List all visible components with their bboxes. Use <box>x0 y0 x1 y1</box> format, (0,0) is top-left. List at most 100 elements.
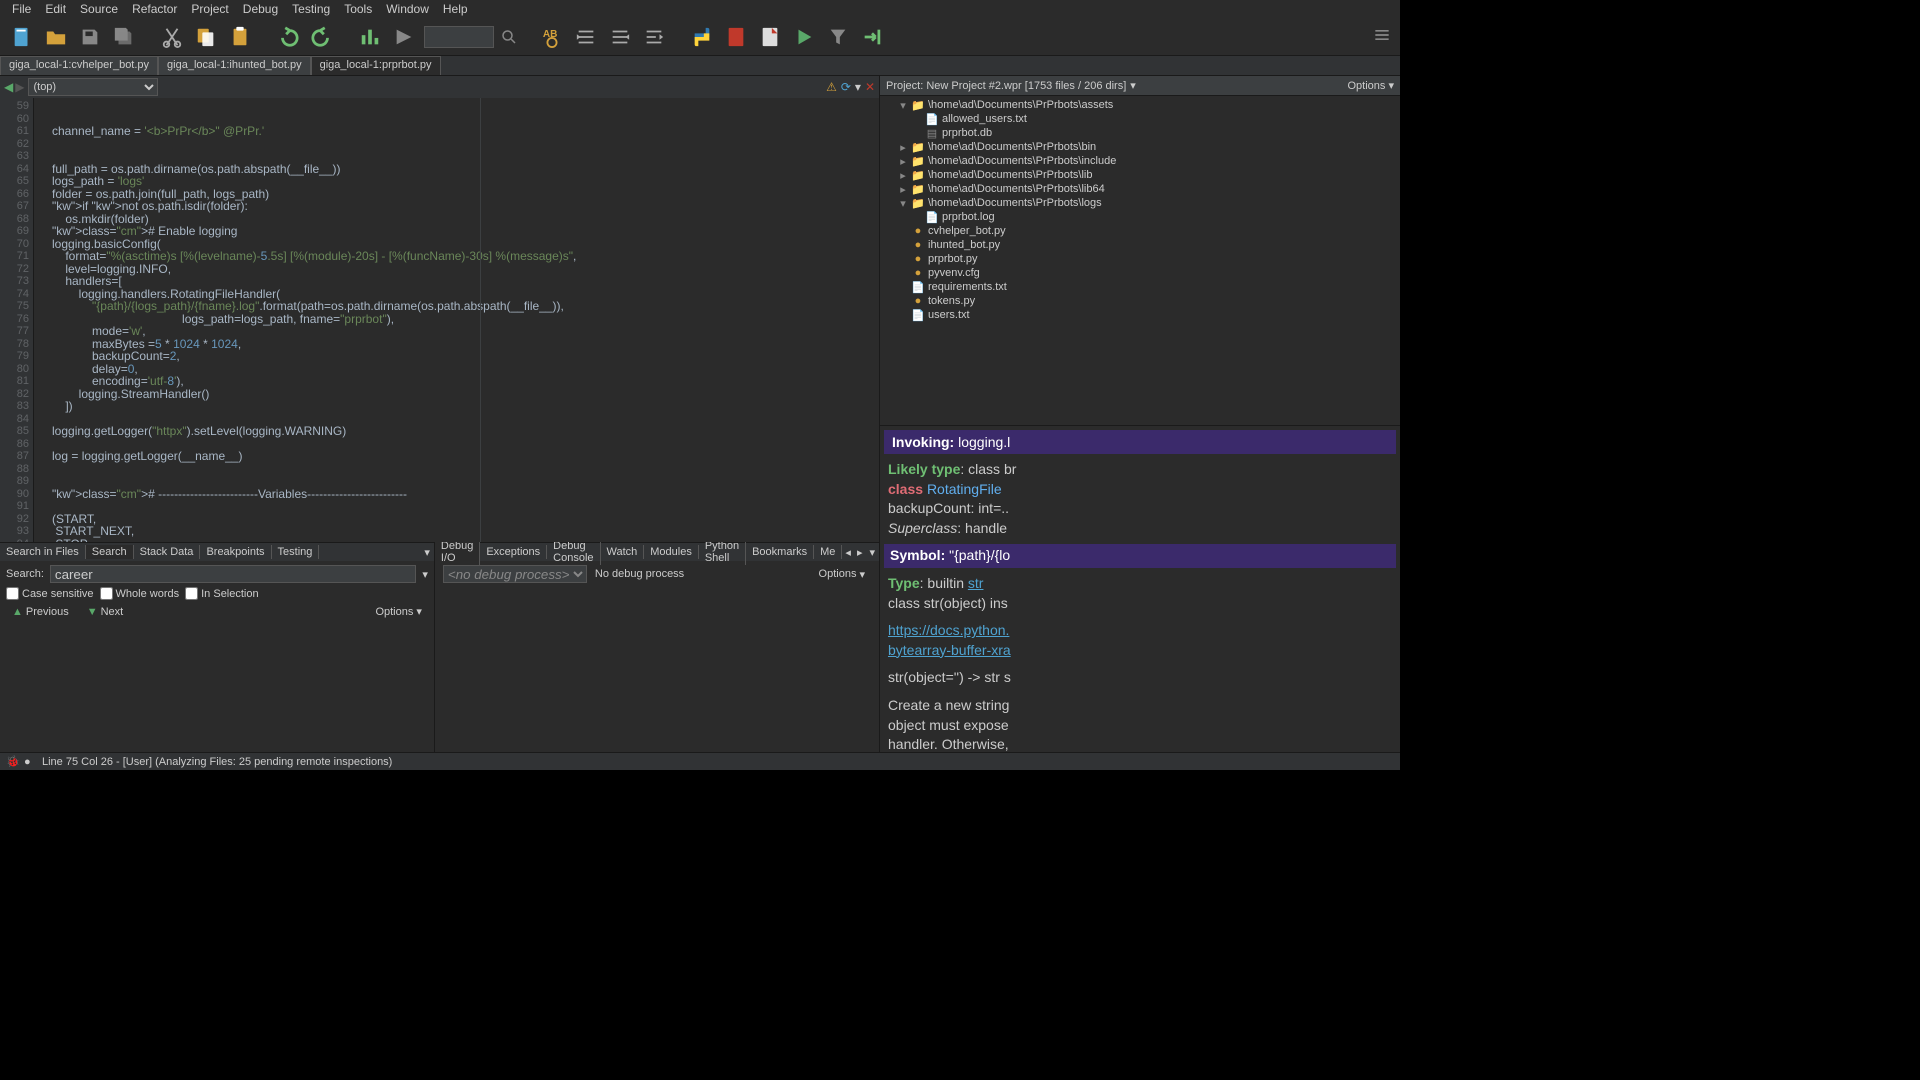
scope-select[interactable]: (top) <box>28 78 158 96</box>
search-icon[interactable] <box>500 23 518 51</box>
doc-link-2[interactable]: bytearray-buffer-xra <box>888 642 1011 658</box>
fold-column[interactable] <box>34 98 48 542</box>
tree-row[interactable]: ▸📁\home\ad\Documents\PrPrbots\include <box>884 154 1396 168</box>
menu-refactor[interactable]: Refactor <box>126 2 183 16</box>
code-editor[interactable]: 59 60 61 62 63 64 65 66 67 68 69 70 71 7… <box>0 98 879 542</box>
refresh-icon[interactable]: ⟳ <box>841 80 851 94</box>
nav-fwd-icon[interactable]: ▶ <box>15 80 24 94</box>
tree-twisty-icon[interactable]: ▾ <box>898 197 908 210</box>
menu-debug[interactable]: Debug <box>237 2 284 16</box>
whole-words-checkbox[interactable]: Whole words <box>100 587 180 600</box>
tree-row[interactable]: ▾📁\home\ad\Documents\PrPrbots\assets <box>884 98 1396 112</box>
paste-button[interactable] <box>226 23 254 51</box>
indent-left-icon[interactable] <box>606 23 634 51</box>
tree-twisty-icon[interactable]: ▸ <box>898 141 908 154</box>
debug-process-select[interactable]: <no debug process> <box>443 565 587 583</box>
case-sensitive-checkbox[interactable]: Case sensitive <box>6 587 94 600</box>
tree-row[interactable]: 📄requirements.txt <box>884 280 1396 294</box>
tree-row[interactable]: ●tokens.py <box>884 294 1396 308</box>
warning-icon[interactable]: ⚠ <box>826 80 837 94</box>
copy-button[interactable] <box>192 23 220 51</box>
menu-project[interactable]: Project <box>185 2 234 16</box>
tree-twisty-icon[interactable]: ▸ <box>898 155 908 168</box>
in-selection-checkbox[interactable]: In Selection <box>185 587 258 600</box>
debug-filter-icon[interactable] <box>824 23 852 51</box>
step-icon[interactable] <box>858 23 886 51</box>
tree-row[interactable]: 📄users.txt <box>884 308 1396 322</box>
project-options-button[interactable]: Options ▾ <box>1348 79 1395 92</box>
search-input[interactable] <box>50 565 416 583</box>
editor-tab[interactable]: giga_local-1:ihunted_bot.py <box>158 56 311 75</box>
editor-tab[interactable]: giga_local-1:cvhelper_bot.py <box>0 56 158 75</box>
menu-help[interactable]: Help <box>437 2 474 16</box>
search-tabs-overflow-icon[interactable]: ▾ <box>420 546 434 559</box>
previous-button[interactable]: ▲Previous <box>6 605 75 619</box>
menu-file[interactable]: File <box>6 2 37 16</box>
tree-row[interactable]: ▸📁\home\ad\Documents\PrPrbots\bin <box>884 140 1396 154</box>
open-button[interactable] <box>42 23 70 51</box>
debug-tab-scroll[interactable]: ◂▸ <box>842 546 865 559</box>
align-icon[interactable] <box>640 23 668 51</box>
save-all-button[interactable] <box>110 23 138 51</box>
search-tab-search-in-files[interactable]: Search in Files <box>0 545 86 559</box>
tree-twisty-icon[interactable]: ▸ <box>898 169 908 182</box>
hamburger-icon[interactable] <box>1372 25 1392 48</box>
next-button[interactable]: ▼Next <box>81 605 130 619</box>
search-options-button[interactable]: Options ▾ <box>369 604 427 619</box>
tree-row[interactable]: ●prprbot.py <box>884 252 1396 266</box>
menu-window[interactable]: Window <box>380 2 435 16</box>
cut-button[interactable] <box>158 23 186 51</box>
status-bar: 🐞 ● Line 75 Col 26 - [User] (Analyzing F… <box>0 752 1400 770</box>
save-button[interactable] <box>76 23 104 51</box>
code-content[interactable]: channel_name = '<b>PrPr</b>" @PrPr.' ful… <box>48 98 879 542</box>
debug-tab-modules[interactable]: Modules <box>644 545 699 559</box>
search-tab-testing[interactable]: Testing <box>272 545 320 559</box>
close-editor-icon[interactable]: ✕ <box>865 80 875 94</box>
debug-tabs-overflow-icon[interactable]: ▾ <box>865 546 879 559</box>
tree-row[interactable]: ▤prprbot.db <box>884 126 1396 140</box>
project-dropdown-icon[interactable]: ▾ <box>1130 79 1136 92</box>
tree-row[interactable]: ●cvhelper_bot.py <box>884 224 1396 238</box>
search-tab-stack-data[interactable]: Stack Data <box>134 545 201 559</box>
python-icon[interactable] <box>688 23 716 51</box>
nav-back-icon[interactable]: ◀ <box>4 80 13 94</box>
undo-button[interactable] <box>274 23 302 51</box>
menu-testing[interactable]: Testing <box>286 2 336 16</box>
editor-tab[interactable]: giga_local-1:prprbot.py <box>311 56 441 75</box>
debug-tab-watch[interactable]: Watch <box>601 545 645 559</box>
indent-right-icon[interactable] <box>572 23 600 51</box>
run-button[interactable] <box>790 23 818 51</box>
str-link[interactable]: str <box>968 575 984 591</box>
tree-row[interactable]: 📄allowed_users.txt <box>884 112 1396 126</box>
project-tree[interactable]: ▾📁\home\ad\Documents\PrPrbots\assets📄all… <box>880 96 1400 426</box>
bug-icon[interactable]: 🐞 <box>6 755 20 768</box>
search-tab-breakpoints[interactable]: Breakpoints <box>200 545 271 559</box>
doc-link-1[interactable]: https://docs.python. <box>888 622 1009 638</box>
tree-row[interactable]: ●pyvenv.cfg <box>884 266 1396 280</box>
chart-icon[interactable] <box>356 23 384 51</box>
debug-tab-exceptions[interactable]: Exceptions <box>480 545 547 559</box>
debug-options-button[interactable]: Options ▾ <box>813 567 871 582</box>
collapse-icon[interactable]: ▾ <box>855 80 861 94</box>
tree-row[interactable]: 📄prprbot.log <box>884 210 1396 224</box>
tree-twisty-icon[interactable]: ▾ <box>898 99 908 112</box>
ab-diff-icon[interactable]: AB <box>538 23 566 51</box>
new-file-button[interactable] <box>8 23 36 51</box>
debug-tab-bookmarks[interactable]: Bookmarks <box>746 545 814 559</box>
goto-button[interactable] <box>390 23 418 51</box>
menu-tools[interactable]: Tools <box>338 2 378 16</box>
tree-row[interactable]: ●ihunted_bot.py <box>884 238 1396 252</box>
pdf-icon[interactable] <box>722 23 750 51</box>
menu-edit[interactable]: Edit <box>39 2 72 16</box>
tree-row[interactable]: ▸📁\home\ad\Documents\PrPrbots\lib <box>884 168 1396 182</box>
search-tab-search[interactable]: Search <box>86 545 134 559</box>
toolbar-search-input[interactable] <box>424 26 494 48</box>
redo-button[interactable] <box>308 23 336 51</box>
menu-source[interactable]: Source <box>74 2 124 16</box>
tree-row[interactable]: ▾📁\home\ad\Documents\PrPrbots\logs <box>884 196 1396 210</box>
blank-file-icon[interactable] <box>756 23 784 51</box>
debug-tab-me[interactable]: Me <box>814 545 842 559</box>
tree-row[interactable]: ▸📁\home\ad\Documents\PrPrbots\lib64 <box>884 182 1396 196</box>
tree-twisty-icon[interactable]: ▸ <box>898 183 908 196</box>
search-dropdown-icon[interactable]: ▾ <box>422 568 428 581</box>
